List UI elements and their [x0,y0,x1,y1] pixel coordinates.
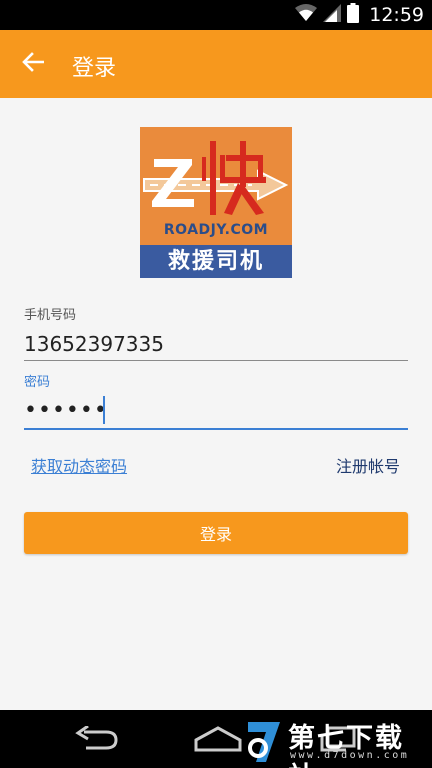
status-time: 12:59 [369,4,424,26]
nav-home-button[interactable] [192,724,244,754]
watermark-logo-icon [244,718,284,764]
register-link[interactable]: 注册帐号 [336,453,400,477]
wifi-icon [295,4,318,26]
signal-icon [323,4,342,26]
logo-caption: 救援司机 [167,249,264,274]
arrow-back-icon [22,52,45,76]
phone-label: 手机号码 [24,308,77,323]
password-value: •••••• [24,398,108,423]
page-title: 登录 [72,56,117,81]
home-icon [192,726,244,758]
logo-domain: ROADJY.COM [163,222,269,238]
phone-input[interactable] [24,327,408,361]
login-content: ROADJY.COM 救援司机 手机号码 密码 •••••• 获取动态密码 注册… [0,98,432,710]
password-label: 密码 [24,375,51,390]
text-caret [103,396,105,424]
app-bar: 登录 [0,30,432,98]
watermark: 第七下载站 www.d7down.com [240,716,432,768]
password-field[interactable]: •••••• [24,394,408,430]
watermark-url: www.d7down.com [290,750,410,761]
back-icon [74,724,120,756]
dynamic-password-link[interactable]: 获取动态密码 [31,453,127,477]
nav-bar: 第七下载站 www.d7down.com [0,710,432,768]
status-icons: 12:59 [295,3,424,27]
app-logo: ROADJY.COM 救援司机 [140,127,292,278]
back-button[interactable] [16,48,50,80]
battery-icon [347,3,360,27]
status-bar: 12:59 [0,0,432,30]
login-button[interactable]: 登录 [24,512,408,554]
nav-back-button[interactable] [74,724,120,752]
